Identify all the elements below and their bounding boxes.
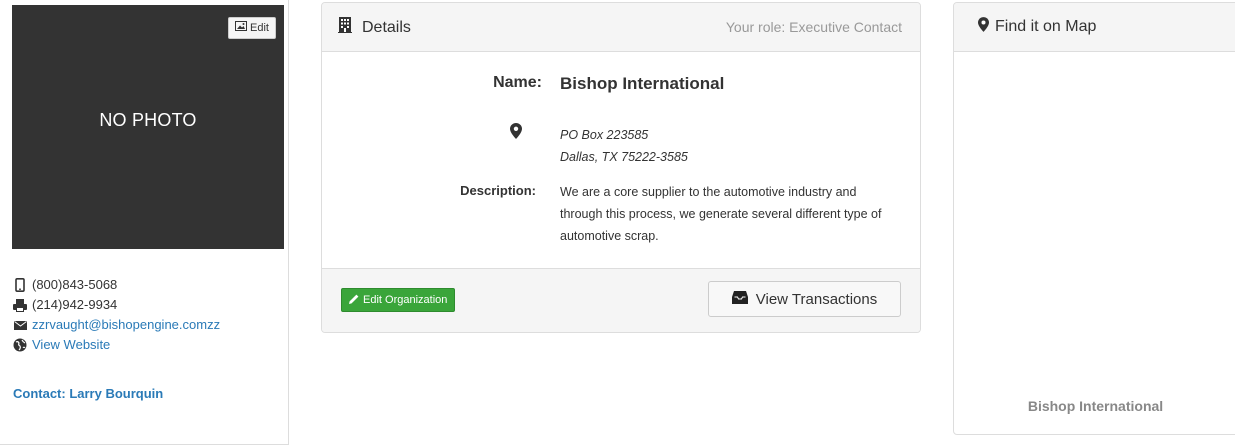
edit-organization-label: Edit Organization [363,294,448,306]
no-photo-text: NO PHOTO [99,110,197,130]
map-canvas[interactable]: Bishop International [954,52,1235,434]
map-marker-icon [978,17,989,37]
website-link[interactable]: View Website [32,335,110,355]
contact-list: (800)843-5068 (214)942-9934 zzrvaught@bi… [13,275,220,355]
map-header: Find it on Map [954,3,1235,52]
image-icon [235,18,248,38]
name-label: Name: [493,74,542,91]
address: PO Box 223585 Dallas, TX 75222-3585 [560,124,688,168]
map-location-label: Bishop International [1027,398,1164,414]
details-title: Details [338,17,411,38]
description-text: We are a core supplier to the automotive… [560,185,882,243]
contact-person-link[interactable]: Contact: Larry Bourquin [13,386,163,401]
details-footer: Edit Organization View Transactions [322,268,920,332]
details-header: Details Your role: Executive Contact [322,3,920,52]
view-transactions-label: View Transactions [755,290,878,308]
map-title-text: Find it on Map [995,18,1097,35]
phone-row: (800)843-5068 [13,275,220,295]
mobile-phone-icon [13,278,27,292]
map-marker-icon [510,123,522,144]
email-link[interactable]: zzrvaught@bishopengine.comzz [32,315,220,335]
view-transactions-button[interactable]: View Transactions [708,281,901,317]
edit-photo-button[interactable]: Edit [228,17,276,39]
photo-placeholder: Edit NO PHOTO [12,5,284,249]
address-line-2: Dallas, TX 75222-3585 [560,150,688,164]
building-icon [338,17,352,38]
address-line-1: PO Box 223585 [560,128,649,142]
map-panel: Find it on Map Bishop International [953,2,1235,435]
map-title: Find it on Map [978,17,1096,37]
description-label: Description: [460,183,536,198]
phone-number: (800)843-5068 [32,277,118,292]
organization-name: Bishop International [560,74,725,93]
website-row: View Website [13,335,220,355]
profile-panel: Edit NO PHOTO (800)843-5068 (214)942-993… [0,0,289,445]
fax-row: (214)942-9934 [13,295,220,315]
edit-organization-button[interactable]: Edit Organization [341,288,456,312]
fax-icon [13,298,27,312]
inbox-icon [731,290,748,308]
user-role: Your role: Executive Contact [725,19,902,35]
globe-icon [13,338,27,352]
pencil-icon [349,294,359,307]
details-title-text: Details [362,18,411,36]
envelope-icon [13,320,27,330]
edit-photo-label: Edit [250,22,269,34]
email-row: zzrvaught@bishopengine.comzz [13,315,220,335]
fax-number: (214)942-9934 [32,297,118,312]
details-panel: Details Your role: Executive Contact Nam… [321,2,921,333]
